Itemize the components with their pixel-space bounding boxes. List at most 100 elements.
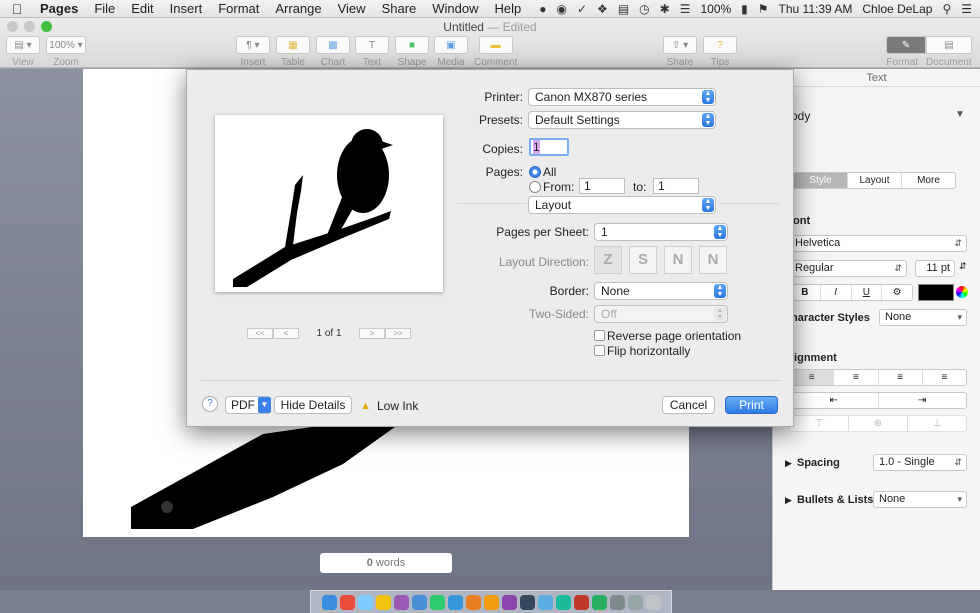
decrease-indent-icon[interactable]: ⇤ (790, 393, 879, 408)
toolbar-view[interactable]: ▤ ▾ View (6, 36, 40, 68)
finder-icon[interactable] (321, 594, 337, 610)
align-middle-icon[interactable]: ⊕ (849, 416, 908, 431)
menu-help[interactable]: Help (487, 1, 530, 16)
next-page-icon[interactable]: > (359, 328, 385, 339)
toolbar-table[interactable]: ▦ Table (276, 36, 310, 68)
pages-all-label[interactable]: All (543, 165, 556, 179)
font-size-field[interactable]: 11 pt (915, 260, 955, 277)
media-icon[interactable]: ▣ (434, 36, 468, 54)
toolbar-text[interactable]: T Text (355, 36, 389, 68)
word-count[interactable]: 0 words (320, 553, 452, 573)
pages-all-radio[interactable] (529, 166, 541, 178)
direction-s-icon[interactable]: S (629, 246, 657, 274)
italic-button[interactable]: I (821, 285, 852, 300)
share-icon[interactable]: ⇧ ▾ (663, 36, 697, 54)
chart-icon[interactable]: ▩ (316, 36, 350, 54)
photo-booth-icon[interactable] (393, 594, 409, 610)
toolbar-shape[interactable]: ■ Shape (395, 36, 429, 68)
firefox-icon[interactable] (465, 594, 481, 610)
pages-range-radio[interactable] (529, 181, 541, 193)
notification-icon[interactable]: ☰ (961, 2, 972, 16)
toolbar-media[interactable]: ▣ Media (434, 36, 468, 68)
table-icon[interactable]: ▦ (276, 36, 310, 54)
copies-field[interactable]: 1 (529, 138, 569, 156)
word-icon[interactable] (411, 594, 427, 610)
direction-z-icon[interactable]: Z (594, 246, 622, 274)
menu-file[interactable]: File (86, 1, 123, 16)
pages-per-sheet-select[interactable]: 1 ▲ ▼ (594, 223, 728, 241)
style-chevron-icon[interactable]: ▼ (955, 109, 965, 120)
flag-icon[interactable]: ⚑ (758, 2, 769, 16)
bluetooth-icon[interactable]: ✱ (660, 2, 670, 16)
format-brush-icon[interactable]: ✎ (886, 36, 926, 54)
comment-icon[interactable]: ▬ (478, 36, 513, 54)
menu-share[interactable]: Share (374, 1, 425, 16)
bold-button[interactable]: B (790, 285, 821, 300)
tips-icon[interactable]: ? (703, 36, 737, 54)
menu-window[interactable]: Window (424, 1, 486, 16)
dropbox-icon[interactable]: ❖ (597, 2, 608, 16)
border-select[interactable]: None ▲ ▼ (594, 282, 728, 300)
sidebar-icon[interactable]: ▤ ▾ (6, 36, 40, 54)
presets-select[interactable]: Default Settings ▲ ▼ (528, 111, 716, 129)
align-bottom-icon[interactable]: ⊥ (908, 416, 966, 431)
tab-style[interactable]: Style (794, 173, 848, 188)
font-weight-select[interactable]: Regular ⇵ (789, 260, 907, 277)
printer-icon[interactable] (627, 594, 643, 610)
pages-icon[interactable] (555, 594, 571, 610)
toolbar-tips[interactable]: ? Tips (703, 36, 737, 68)
time-machine-icon[interactable]: ◷ (639, 2, 649, 16)
apple-icon[interactable]:  (0, 1, 34, 17)
cancel-button[interactable]: Cancel (662, 396, 715, 414)
excel-icon[interactable] (429, 594, 445, 610)
toolbar-format-document[interactable]: ✎ ▤ Format Document (886, 36, 972, 68)
notes-icon[interactable] (375, 594, 391, 610)
spotify-icon[interactable] (591, 594, 607, 610)
weather-icon[interactable] (357, 594, 373, 610)
direction-n-icon[interactable]: N (699, 246, 727, 274)
align-justify-icon[interactable]: ≡ (923, 370, 966, 385)
spiral-icon[interactable]: ◉ (557, 2, 567, 16)
hide-details-button[interactable]: Hide Details (274, 396, 352, 414)
text-box-icon[interactable]: T (355, 36, 389, 54)
wifi-icon[interactable]: ☰ (680, 2, 691, 16)
toolbar-zoom[interactable]: 100% ▾ Zoom (46, 36, 86, 68)
spotlight-icon[interactable]: ⚲ (942, 2, 951, 16)
align-right-icon[interactable]: ≡ (879, 370, 923, 385)
direction-n-reverse-icon[interactable]: N (664, 246, 692, 274)
app-store-icon[interactable] (537, 594, 553, 610)
shield-icon[interactable]: ● (539, 2, 546, 16)
launchpad-icon[interactable] (519, 594, 535, 610)
first-page-icon[interactable]: << (247, 328, 273, 339)
toolbar-chart[interactable]: ▩ Chart (316, 36, 350, 68)
align-top-icon[interactable]: ⊤ (790, 416, 849, 431)
flip-horizontally-label[interactable]: Flip horizontally (607, 344, 690, 358)
toolbar-comment[interactable]: ▬ Comment (474, 36, 517, 68)
bullets-label[interactable]: Bullets & Lists (797, 494, 873, 506)
character-styles-select[interactable]: None ▾ (879, 309, 967, 326)
user-name[interactable]: Chloe DeLap (862, 2, 932, 16)
menu-arrange[interactable]: Arrange (267, 1, 329, 16)
itunes-icon[interactable] (573, 594, 589, 610)
help-button[interactable]: ? (202, 396, 218, 412)
tab-layout[interactable]: Layout (848, 173, 902, 188)
menu-format[interactable]: Format (210, 1, 267, 16)
print-button[interactable]: Print (725, 396, 778, 414)
print-section-select[interactable]: Layout ▲ ▼ (528, 196, 716, 214)
reverse-orientation-label[interactable]: Reverse page orientation (607, 329, 741, 343)
pages-from-label[interactable]: From: (543, 180, 574, 194)
keyboard-icon[interactable]: ▤ (618, 2, 629, 16)
battery-icon[interactable]: ▮ (741, 2, 748, 16)
spacing-select[interactable]: 1.0 - Single ⇵ (873, 454, 967, 471)
trash-icon[interactable] (645, 594, 661, 610)
pdf-dropdown-icon[interactable]: ▼ (258, 397, 271, 413)
menu-app[interactable]: Pages (34, 1, 86, 16)
shape-icon[interactable]: ■ (395, 36, 429, 54)
toolbar-share[interactable]: ⇧ ▾ Share (663, 36, 697, 68)
battery-percent[interactable]: 100% (700, 2, 731, 16)
toolbar-insert[interactable]: ¶ ▾ Insert (236, 36, 270, 68)
to-page-field[interactable]: 1 (653, 178, 699, 194)
checkmark-icon[interactable]: ✓ (577, 2, 587, 16)
chrome-icon[interactable] (483, 594, 499, 610)
bullets-disclosure-icon[interactable]: ▶ (785, 495, 792, 506)
